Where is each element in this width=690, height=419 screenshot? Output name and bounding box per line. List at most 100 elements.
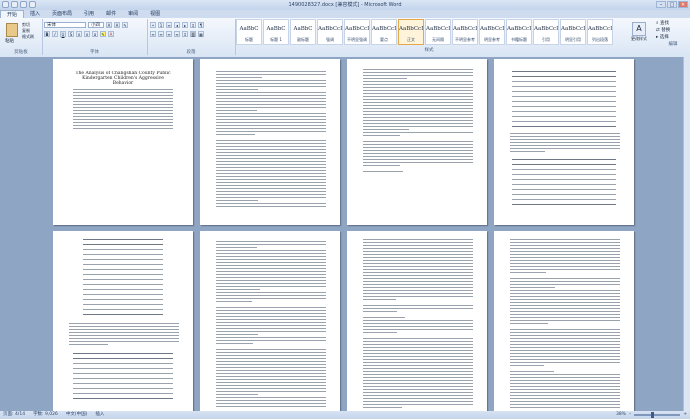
change-styles-button[interactable]: A 更改样式 <box>626 20 652 48</box>
document-page[interactable] <box>347 231 487 411</box>
paste-icon[interactable] <box>6 23 18 37</box>
tab-insert[interactable]: 插入 <box>24 10 46 18</box>
increase-indent-icon[interactable]: ▸ <box>182 22 188 28</box>
style-item[interactable]: AaBbCcD 不明显参考 <box>452 19 478 45</box>
subscript-icon[interactable]: x <box>76 31 82 37</box>
table-rule <box>73 378 173 379</box>
tab-view[interactable]: 视图 <box>144 10 166 18</box>
table-rule <box>512 106 616 107</box>
style-item[interactable]: AaBbCcD 引用 <box>533 19 559 45</box>
document-page[interactable] <box>53 231 193 411</box>
grow-font-icon[interactable]: A <box>106 22 112 28</box>
tab-page-layout[interactable]: 页面布局 <box>46 10 78 18</box>
zoom-level[interactable]: 38% <box>616 411 626 419</box>
align-left-icon[interactable]: ≡ <box>150 31 156 37</box>
text-line <box>216 98 326 99</box>
strikethrough-icon[interactable]: S <box>68 31 74 37</box>
minimize-button[interactable]: – <box>656 1 666 8</box>
document-page[interactable] <box>494 231 634 411</box>
text-line <box>73 113 173 114</box>
paste-button[interactable]: 粘贴 <box>5 38 14 44</box>
find-button[interactable]: ⌕ 查找 <box>656 20 690 27</box>
document-page[interactable]: The Analysis of Changshan County Public … <box>53 59 193 225</box>
style-item[interactable]: AaBbCcD 强调 <box>317 19 343 45</box>
underline-icon[interactable]: U <box>60 31 66 37</box>
italic-icon[interactable]: I <box>52 31 58 37</box>
font-name-field[interactable]: 宋体 <box>44 22 86 28</box>
document-page[interactable] <box>200 59 340 225</box>
vertical-scrollbar[interactable] <box>683 57 690 411</box>
word-count[interactable]: 字数: 9,026 <box>33 411 58 419</box>
font-size-field[interactable]: 小四 <box>88 22 104 28</box>
style-item[interactable]: AaBbCcD 不明显强调 <box>344 19 370 45</box>
text-line <box>216 140 326 141</box>
format-painter-button[interactable]: 格式刷 <box>22 34 34 40</box>
style-item[interactable]: AaBbCcD 正文 <box>398 19 424 45</box>
tab-mailings[interactable]: 邮件 <box>100 10 122 18</box>
line-spacing-icon[interactable]: ↕ <box>182 31 188 37</box>
text-line <box>363 329 473 330</box>
style-item[interactable]: AaBbCcD 书籍标题 <box>506 19 532 45</box>
maximize-button[interactable]: □ <box>667 1 677 8</box>
shrink-font-icon[interactable]: A <box>114 22 120 28</box>
zoom-slider[interactable] <box>634 412 681 418</box>
tab-home[interactable]: 开始 <box>0 10 25 18</box>
text-line <box>363 269 473 270</box>
borders-icon[interactable]: ▦ <box>198 31 204 37</box>
bullets-icon[interactable]: • <box>150 22 156 28</box>
align-right-icon[interactable]: ≡ <box>166 31 172 37</box>
zoom-in-icon[interactable]: + <box>683 411 687 419</box>
change-case-icon[interactable]: a <box>92 31 98 37</box>
styles-group-label: 样式 <box>424 48 434 53</box>
style-item[interactable]: AaBbC 标题 1 <box>263 19 289 45</box>
text-line <box>69 326 179 327</box>
numbering-icon[interactable]: 1 <box>158 22 164 28</box>
select-button[interactable]: ▸ 选择 <box>656 34 690 41</box>
document-page[interactable] <box>200 231 340 411</box>
document-area[interactable]: The Analysis of Changshan County Public … <box>0 57 690 411</box>
table-rule <box>512 101 616 102</box>
replace-button[interactable]: ⇄ 替换 <box>656 27 690 34</box>
decrease-indent-icon[interactable]: ◂ <box>174 22 180 28</box>
style-item[interactable]: AaBbCcD 明显参考 <box>479 19 505 45</box>
style-item[interactable]: AaBbCcD 列出段落 <box>587 19 613 45</box>
document-page[interactable] <box>347 59 487 225</box>
close-button[interactable]: ✕ <box>678 1 688 8</box>
clear-format-icon[interactable]: ✎ <box>122 22 128 28</box>
text-line <box>510 398 620 399</box>
superscript-icon[interactable]: x <box>84 31 90 37</box>
text-line <box>363 353 473 354</box>
shading-icon[interactable]: ▒ <box>190 31 196 37</box>
page-count[interactable]: 页面: 4/14 <box>3 411 25 419</box>
style-item[interactable]: AaBbC 标题 <box>236 19 262 45</box>
table-rule <box>512 86 616 87</box>
text-line <box>73 125 173 126</box>
style-item[interactable]: AaBbCcD 明显引用 <box>560 19 586 45</box>
style-item[interactable]: AaBbCcD 要点 <box>371 19 397 45</box>
sort-icon[interactable]: ↕ <box>190 22 196 28</box>
document-page[interactable] <box>494 59 634 225</box>
text-line <box>216 289 261 290</box>
tab-review[interactable]: 审阅 <box>122 10 144 18</box>
align-center-icon[interactable]: ≡ <box>158 31 164 37</box>
table-rule <box>83 314 163 315</box>
text-line <box>216 134 255 135</box>
zoom-slider-thumb[interactable] <box>650 412 654 418</box>
style-item[interactable]: AaBbCcD 无间隔 <box>425 19 451 45</box>
bold-icon[interactable]: B <box>44 31 50 37</box>
zoom-out-icon[interactable]: – <box>629 411 631 419</box>
multilevel-list-icon[interactable]: ≡ <box>166 22 172 28</box>
font-color-icon[interactable]: A <box>108 31 114 37</box>
text-line <box>73 92 173 93</box>
text-line <box>363 245 473 246</box>
highlight-icon[interactable]: ✎ <box>100 31 106 37</box>
justify-icon[interactable]: ≡ <box>174 31 180 37</box>
language-indicator[interactable]: 中文(中国) <box>66 411 88 419</box>
insert-mode[interactable]: 插入 <box>95 411 104 419</box>
style-name: 列出段落 <box>592 37 608 42</box>
text-line <box>510 299 620 300</box>
style-item[interactable]: AaBbC 副标题 <box>290 19 316 45</box>
text-line <box>216 385 326 386</box>
tab-references[interactable]: 引用 <box>78 10 100 18</box>
show-marks-icon[interactable]: ¶ <box>198 22 204 28</box>
